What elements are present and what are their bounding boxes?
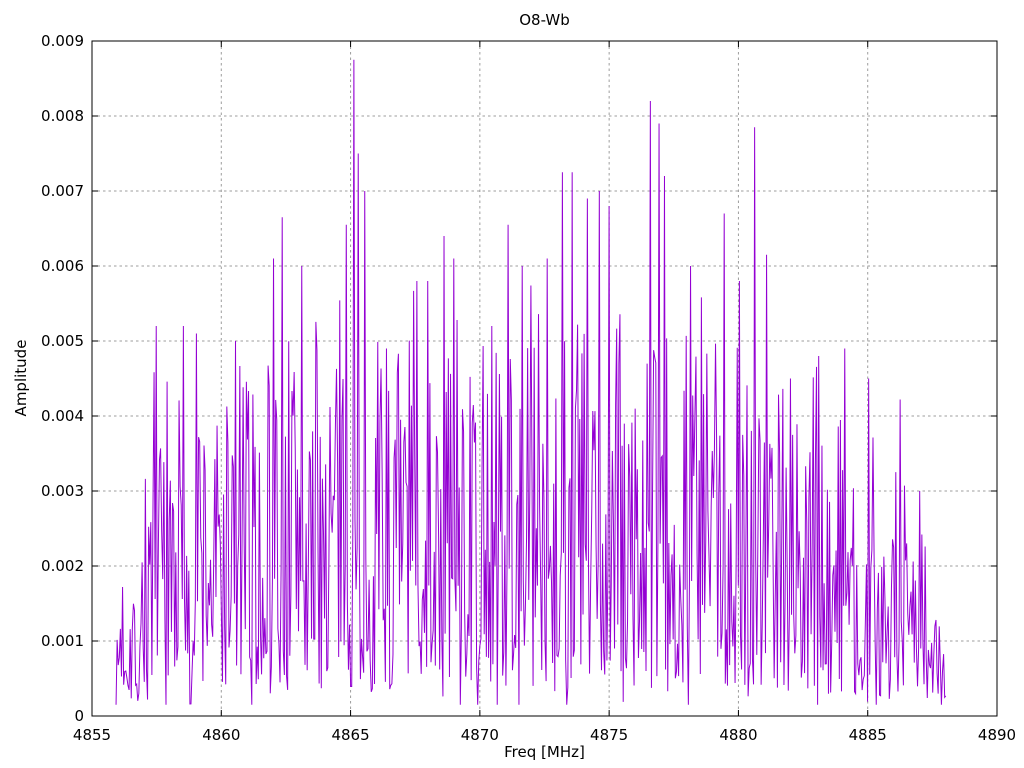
x-tick-label: 4855 bbox=[73, 726, 111, 744]
y-tick-label: 0.006 bbox=[41, 257, 84, 275]
x-tick-label: 4875 bbox=[590, 726, 628, 744]
x-axis-label: Freq [MHz] bbox=[504, 743, 585, 761]
y-tick-label: 0.003 bbox=[41, 482, 84, 500]
y-tick-label: 0.005 bbox=[41, 332, 84, 350]
y-tick-label: 0.004 bbox=[41, 407, 84, 425]
y-tick-label: 0.009 bbox=[41, 32, 84, 50]
x-tick-label: 4890 bbox=[978, 726, 1016, 744]
x-tick-label: 4865 bbox=[331, 726, 369, 744]
spectrum-line bbox=[115, 59, 947, 705]
x-tick-label: 4880 bbox=[719, 726, 757, 744]
x-tick-label: 4860 bbox=[202, 726, 240, 744]
plot-canvas: 4855 4860 4865 4870 4875 4880 4885 4890 0 0.001 0.… bbox=[41, 32, 1016, 744]
spectrum-chart: O8-Wb Amplitude 4855 4860 4865 4870 4875 4880… bbox=[0, 0, 1024, 768]
x-tick-label: 4885 bbox=[849, 726, 887, 744]
y-tick-label: 0.002 bbox=[41, 557, 84, 575]
y-tick-label: 0.007 bbox=[41, 182, 84, 200]
y-tick-label: 0.001 bbox=[41, 632, 84, 650]
y-tick-label: 0.008 bbox=[41, 107, 84, 125]
x-tick-label: 4870 bbox=[461, 726, 499, 744]
y-tick-label: 0 bbox=[74, 707, 84, 725]
